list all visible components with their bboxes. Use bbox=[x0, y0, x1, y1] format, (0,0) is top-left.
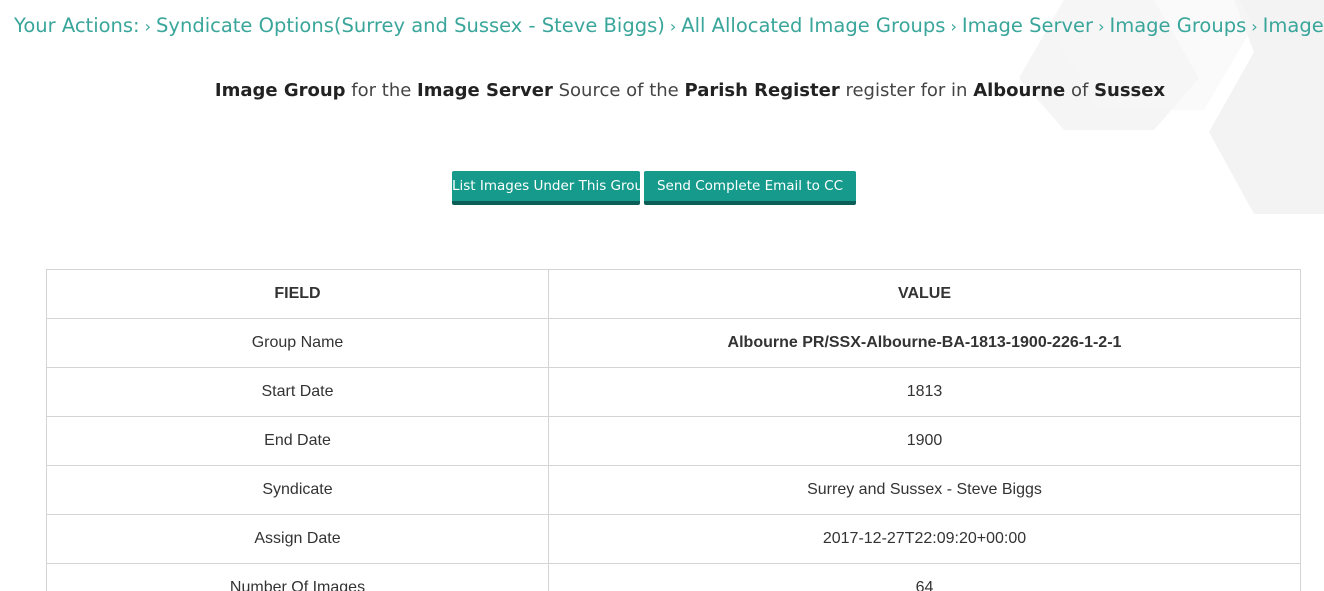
title-county: Sussex bbox=[1094, 80, 1166, 101]
field-cell: End Date bbox=[46, 416, 549, 466]
action-buttons: List Images Under This Group Send Comple… bbox=[452, 171, 856, 205]
breadcrumb-image-server[interactable]: Image Server bbox=[962, 14, 1093, 37]
breadcrumb-separator: › bbox=[144, 17, 152, 36]
value-cell: Surrey and Sussex - Steve Biggs bbox=[548, 465, 1301, 515]
title-text: Source of the bbox=[552, 80, 685, 101]
field-cell: Number Of Images bbox=[46, 563, 549, 591]
title-register-type: Parish Register bbox=[684, 80, 840, 101]
table-row: End Date 1900 bbox=[46, 416, 1301, 466]
page-title: Image Group for the Image Server Source … bbox=[0, 80, 1324, 101]
title-source-type: Image Server bbox=[417, 80, 553, 101]
field-cell: Assign Date bbox=[46, 514, 549, 564]
field-cell: Syndicate bbox=[46, 465, 549, 515]
column-header-field: FIELD bbox=[46, 269, 549, 319]
breadcrumb: Your Actions: › Syndicate Options(Surrey a… bbox=[14, 14, 1324, 37]
title-text: register for in bbox=[839, 80, 974, 101]
value-cell: 2017-12-27T22:09:20+00:00 bbox=[548, 514, 1301, 564]
image-group-details-table: FIELD VALUE Group Name Albourne PR/SSX-A… bbox=[46, 269, 1301, 591]
breadcrumb-separator: › bbox=[1098, 17, 1105, 36]
breadcrumb-syndicate-options[interactable]: Syndicate Options(Surrey and Sussex - St… bbox=[156, 14, 665, 37]
title-record-type: Image Group bbox=[214, 80, 346, 101]
table-row: Syndicate Surrey and Sussex - Steve Bigg… bbox=[46, 465, 1301, 515]
page: Your Actions: › Syndicate Options(Surrey a… bbox=[0, 0, 1324, 591]
send-email-button[interactable]: Send Complete Email to CC bbox=[644, 171, 856, 205]
breadcrumb-separator: › bbox=[950, 17, 957, 36]
breadcrumb-image-group[interactable]: Image Group bbox=[1263, 14, 1324, 37]
breadcrumb-prefix: Your Actions: bbox=[14, 14, 140, 37]
table-row: Start Date 1813 bbox=[46, 367, 1301, 417]
column-header-value: VALUE bbox=[548, 269, 1301, 319]
field-cell: Group Name bbox=[46, 318, 549, 368]
list-images-button[interactable]: List Images Under This Group bbox=[452, 171, 652, 205]
value-cell: Albourne PR/SSX-Albourne-BA-1813-1900-22… bbox=[548, 318, 1301, 368]
breadcrumb-separator: › bbox=[1251, 17, 1258, 36]
breadcrumb-all-allocated-image-groups[interactable]: All Allocated Image Groups bbox=[681, 14, 945, 37]
value-cell: 1813 bbox=[548, 367, 1301, 417]
title-text: of bbox=[1065, 80, 1095, 101]
table-header-row: FIELD VALUE bbox=[46, 269, 1301, 319]
background-hexagon-decoration bbox=[1019, 0, 1324, 214]
table-row: Assign Date 2017-12-27T22:09:20+00:00 bbox=[46, 514, 1301, 564]
value-cell: 64 bbox=[548, 563, 1301, 591]
table-row: Number Of Images 64 bbox=[46, 563, 1301, 591]
breadcrumb-image-groups[interactable]: Image Groups bbox=[1109, 14, 1246, 37]
breadcrumb-separator: › bbox=[669, 17, 677, 36]
title-place: Albourne bbox=[973, 80, 1066, 101]
field-cell: Start Date bbox=[46, 367, 549, 417]
table-row: Group Name Albourne PR/SSX-Albourne-BA-1… bbox=[46, 318, 1301, 368]
value-cell: 1900 bbox=[548, 416, 1301, 466]
title-text: for the bbox=[345, 80, 418, 101]
